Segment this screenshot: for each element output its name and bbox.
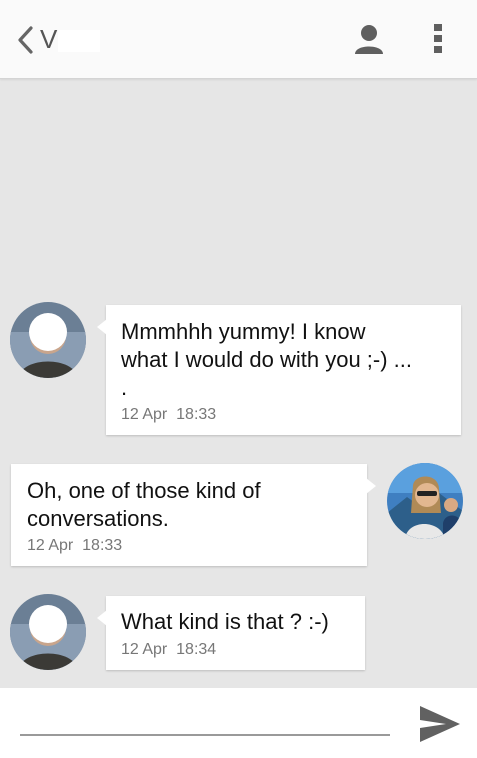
message-bubble-outgoing[interactable]: Oh, one of those kind of conversations. … (11, 464, 376, 566)
message-time: 18:33 (82, 537, 123, 554)
message-timestamp: 12 Apr 18:33 (121, 406, 216, 424)
profile-button[interactable] (352, 22, 386, 56)
message-bubble-incoming[interactable]: What kind is that ? :-) 12 Apr 18:34 (97, 596, 365, 670)
message-line: conversations. (27, 506, 169, 531)
person-icon (355, 25, 383, 54)
message-line: What kind is that ? :-) (121, 609, 329, 634)
message-text: Mmmhhh yummy! I know what I would do wit… (121, 318, 412, 402)
message-input[interactable] (20, 704, 390, 736)
sender-avatar[interactable] (10, 302, 86, 378)
message-date: 12 Apr (121, 641, 168, 658)
message-line: what I would do with you ;-) ... (121, 347, 413, 372)
message-text: What kind is that ? :-) (121, 608, 329, 636)
avatar-image (10, 302, 86, 378)
chevron-left-icon (18, 26, 33, 54)
redacted-name-mask (58, 30, 100, 52)
more-vert-icon (434, 24, 442, 53)
bubble-tail (97, 319, 107, 335)
send-icon (420, 706, 460, 742)
sender-avatar[interactable] (10, 594, 86, 670)
message-line: . (121, 375, 128, 400)
message-date: 12 Apr (27, 537, 74, 554)
send-button[interactable] (418, 704, 462, 744)
avatar-image (387, 463, 463, 539)
conversation-title[interactable]: V (40, 24, 57, 55)
avatar-image (10, 594, 86, 670)
message-date: 12 Apr (121, 406, 168, 423)
message-line: Mmmhhh yummy! I know (121, 319, 366, 344)
message-line: Oh, one of those kind of (27, 478, 261, 503)
message-composer (0, 688, 477, 758)
bubble-tail (366, 478, 376, 494)
bubble-tail (97, 610, 107, 626)
message-timestamp: 12 Apr 18:34 (121, 641, 216, 659)
message-time: 18:33 (176, 406, 217, 423)
message-text: Oh, one of those kind of conversations. (27, 477, 261, 533)
overflow-menu-button[interactable] (428, 22, 448, 56)
message-bubble-incoming[interactable]: Mmmhhh yummy! I know what I would do wit… (97, 305, 461, 435)
app-bar: V (0, 0, 477, 79)
message-time: 18:34 (176, 641, 217, 658)
message-timestamp: 12 Apr 18:33 (27, 537, 122, 555)
my-avatar[interactable] (387, 463, 463, 539)
back-button[interactable] (14, 24, 42, 56)
